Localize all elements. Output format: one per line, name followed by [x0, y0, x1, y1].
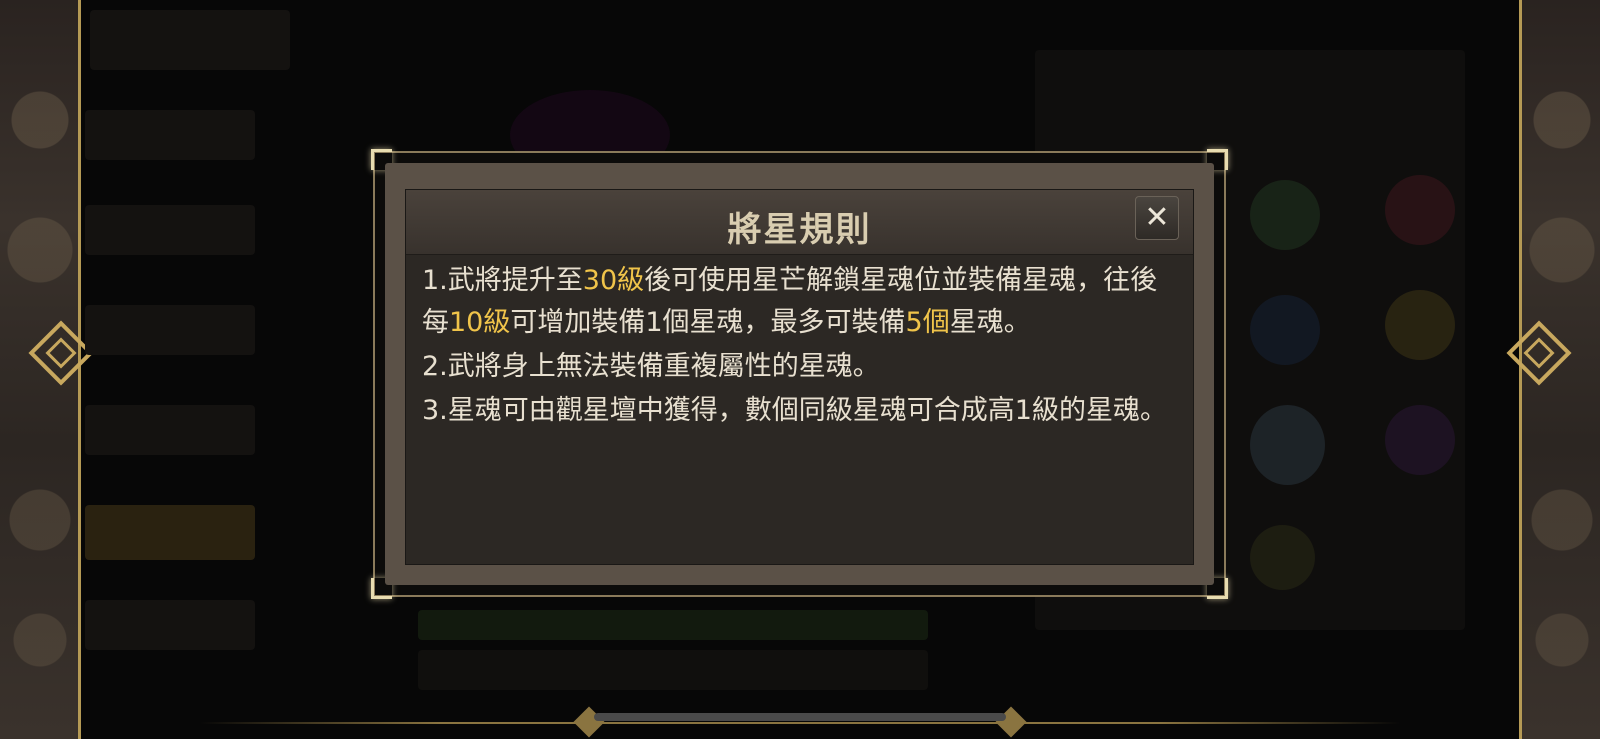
bottom-ornament-icon [573, 706, 605, 738]
right-ornate-border [1506, 0, 1600, 739]
game-screen: 將星規則 ✕ 1.武將提升至30級後可使用星芒解鎖星魂位並裝備星魂，往後每10級… [0, 0, 1600, 739]
rule-highlight: 5個 [905, 307, 950, 338]
rule-text: 星魂。 [949, 307, 1031, 338]
dialog-header: 將星規則 ✕ [406, 190, 1193, 255]
bottom-ornament-icon [995, 706, 1027, 738]
background-menu-item [85, 600, 255, 650]
endless-knot-icon [28, 320, 94, 386]
dialog-body: 將星規則 ✕ 1.武將提升至30級後可使用星芒解鎖星魂位並裝備星魂，往後每10級… [385, 163, 1214, 585]
rule-item-2: 2.武將身上無法裝備重複屬性的星魂。 [422, 351, 880, 382]
rule-item-1: 1.武將提升至30級後可使用星芒解鎖星魂位並裝備星魂，往後每10級可增加裝備1個… [422, 260, 1167, 344]
left-ornate-border [0, 0, 94, 739]
close-button[interactable]: ✕ [1135, 196, 1179, 240]
background-menu-item [85, 205, 255, 255]
background-menu-item [85, 405, 255, 455]
background-menu-item-selected [85, 505, 255, 560]
rules-list: 1.武將提升至30級後可使用星芒解鎖星魂位並裝備星魂，往後每10級可增加裝備1個… [422, 260, 1167, 434]
background-progress-bar [418, 610, 928, 640]
background-menu-item [85, 110, 255, 160]
background-star-soul-yellow [1385, 290, 1455, 360]
rule-highlight: 10級 [449, 307, 511, 338]
bottom-decorative-line [200, 722, 1400, 724]
background-menu-item [85, 305, 255, 355]
background-star-soul-blue [1250, 295, 1320, 365]
dialog-title: 將星規則 [727, 210, 872, 250]
rules-dialog: 將星規則 ✕ 1.武將提升至30級後可使用星芒解鎖星魂位並裝備星魂，往後每10級… [371, 149, 1228, 599]
rule-highlight: 30級 [582, 265, 645, 296]
background-star-soul-green [1250, 180, 1320, 250]
background-star-soul-purple [1385, 405, 1455, 475]
rule-item-3: 3.星魂可由觀星壇中獲得，數個同級星魂可合成高1級的星魂。 [422, 395, 1167, 426]
dialog-content-panel: 將星規則 ✕ 1.武將提升至30級後可使用星芒解鎖星魂位並裝備星魂，往後每10級… [405, 189, 1194, 565]
background-header-panel [90, 10, 290, 70]
background-star-soul-olive [1250, 525, 1315, 590]
background-stats-row [418, 650, 928, 690]
endless-knot-icon [1506, 320, 1572, 386]
rule-text: 1.武將提升至 [422, 265, 583, 296]
background-star-soul-white [1250, 405, 1325, 485]
home-indicator-bar[interactable] [594, 713, 1006, 721]
rule-text: 可增加裝備1個星魂，最多可裝備 [510, 307, 906, 338]
background-star-soul-red [1385, 175, 1455, 245]
